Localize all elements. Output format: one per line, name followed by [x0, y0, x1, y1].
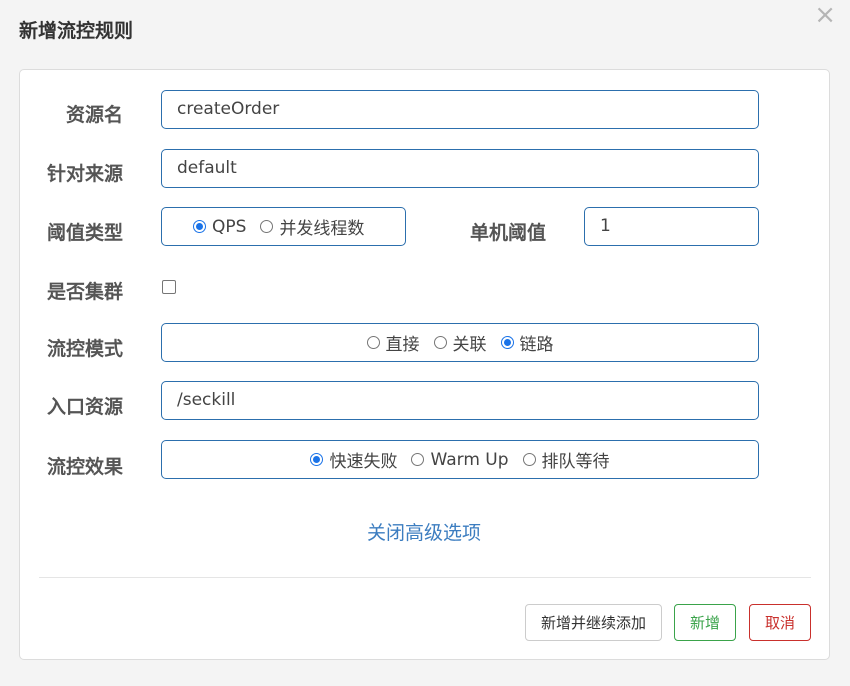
radio-qps[interactable]: QPS: [193, 217, 246, 237]
form-panel: 资源名 createOrder 针对来源 default 阈值类型 QPS 并发…: [19, 69, 830, 660]
origin-input[interactable]: default: [161, 149, 759, 188]
cluster-label: 是否集群: [47, 281, 124, 303]
radio-warm-up-icon: [411, 453, 425, 466]
radio-direct-label: 直接: [385, 335, 420, 355]
single-threshold-label: 单机阈值: [470, 222, 547, 244]
footer-divider: [39, 577, 811, 578]
resource-input-value: createOrder: [177, 99, 280, 119]
single-threshold-value: 1: [600, 216, 611, 236]
toggle-advanced-link[interactable]: 关闭高级选项: [367, 518, 481, 545]
add-and-continue-button[interactable]: 新增并继续添加: [525, 604, 662, 641]
radio-fast-fail-label: 快速失败: [329, 452, 398, 472]
flow-mode-group: 直接 关联 链路: [161, 323, 759, 362]
radio-relate-label: 关联: [452, 335, 487, 355]
radio-queue[interactable]: 排队等待: [522, 447, 610, 472]
radio-chain-icon: [500, 336, 514, 349]
control-effect-label: 流控效果: [47, 456, 124, 478]
control-effect-group: 快速失败 Warm Up 排队等待: [161, 440, 759, 479]
radio-qps-icon: [193, 220, 206, 233]
resource-label: 资源名: [66, 104, 124, 126]
radio-fast-fail-icon: [310, 453, 324, 466]
radio-chain[interactable]: 链路: [500, 330, 554, 355]
cancel-button[interactable]: 取消: [749, 604, 811, 641]
dialog-title: 新增流控规则: [19, 20, 134, 42]
radio-relate-icon: [433, 336, 447, 349]
cluster-checkbox[interactable]: [162, 280, 176, 294]
entry-resource-input[interactable]: /seckill: [161, 381, 759, 420]
radio-threads-label: 并发线程数: [279, 219, 365, 239]
radio-relate[interactable]: 关联: [433, 330, 487, 355]
origin-label: 针对来源: [47, 163, 124, 185]
entry-resource-value: /seckill: [177, 390, 236, 410]
radio-direct-icon: [366, 336, 380, 349]
radio-queue-label: 排队等待: [541, 452, 610, 472]
entry-resource-label: 入口资源: [47, 396, 124, 418]
radio-threads-icon: [260, 220, 274, 233]
add-button[interactable]: 新增: [674, 604, 736, 641]
radio-threads[interactable]: 并发线程数: [260, 214, 364, 239]
radio-chain-label: 链路: [519, 335, 554, 355]
radio-direct[interactable]: 直接: [366, 330, 420, 355]
threshold-type-label: 阈值类型: [47, 222, 124, 244]
threshold-type-group: QPS 并发线程数: [161, 207, 406, 246]
radio-warm-up[interactable]: Warm Up: [411, 449, 509, 470]
radio-queue-icon: [522, 453, 536, 466]
close-icon[interactable]: ×: [814, 2, 836, 28]
radio-warm-up-label: Warm Up: [430, 449, 509, 470]
origin-input-value: default: [177, 158, 237, 178]
flow-mode-label: 流控模式: [47, 338, 124, 360]
radio-fast-fail[interactable]: 快速失败: [310, 447, 397, 472]
resource-input[interactable]: createOrder: [161, 90, 759, 129]
single-threshold-input[interactable]: 1: [584, 207, 759, 246]
radio-qps-label: QPS: [212, 216, 247, 237]
